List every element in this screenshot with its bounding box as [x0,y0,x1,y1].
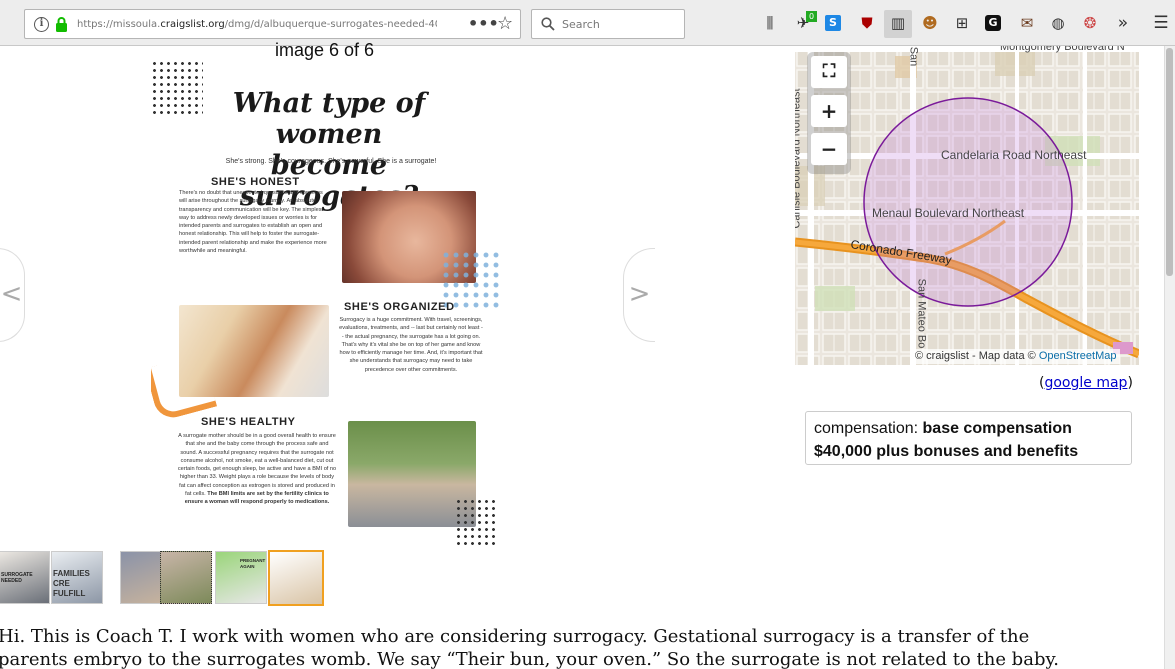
poster-text-healthy-body: A surrogate mother should be in a good o… [177,433,337,498]
map-panel[interactable]: Montgomery Boulevard N Candelaria Road N… [795,46,1139,365]
library-icon[interactable]: ⫼ [760,13,780,33]
thumbnail-1[interactable]: SURROGATE NEEDED [0,551,50,604]
compensation-value-1: base compensation [922,420,1072,437]
info-icon[interactable]: i [34,17,49,32]
url-path: /dmg/d/albuquerque-surrogates-needed-400… [224,19,437,30]
sidebar-icon[interactable]: ▥ [888,13,908,33]
search-input[interactable] [562,16,677,32]
thumbnail-5[interactable]: PREGNANT AGAIN [215,551,267,604]
poster-text-organized: Surrogacy is a huge commitment. With tra… [339,317,483,373]
compensation-label: compensation: [814,420,923,437]
thumbnail-6-selected[interactable] [268,550,324,606]
previous-image-button[interactable]: < [0,248,25,342]
map-fullscreen-button[interactable]: ⛶ [811,56,847,88]
dot-pattern-decoration [151,60,203,118]
map-zoom-in-button[interactable]: + [811,95,847,127]
hamburger-menu-icon[interactable]: ☰ [1151,13,1171,33]
thumbnail-4[interactable] [160,551,212,604]
posting-body-line2: parents embryo to the surrogates womb. W… [0,649,1059,669]
ublock-shield-icon[interactable]: ⛊ [857,13,877,33]
poster-heading-honest: SHE'S HONEST [211,176,300,188]
dot-pattern-decoration-bottom [455,498,499,548]
map-label-carlisle: Carlisle Boulevard Northeast [795,88,803,229]
poster-heading-healthy: SHE'S HEALTHY [201,416,296,428]
poster-text-healthy-bold: The BMI limits are set by the fertility … [184,491,330,506]
lock-icon [56,17,67,32]
extension-faces-icon[interactable]: ❂ [1080,13,1100,33]
map-label-montgomery: Montgomery Boulevard N [1000,46,1125,53]
openstreetmap-link[interactable]: OpenStreetMap [1039,350,1117,362]
compensation-value-2: $40,000 plus bonuses and benefits [814,443,1079,460]
poster-subtitle: She's strong. She's courageous. She's po… [225,158,437,165]
map-attribution-text: © craigslist - Map data © [915,350,1039,362]
url-domain: craigslist.org [160,19,225,30]
posting-body-line1: Hi. This is Coach T. I work with women w… [0,626,1030,647]
map-label-candelaria: Candelaria Road Northeast [941,148,1087,162]
search-bar[interactable] [531,9,685,39]
thumbnail-1-text: SURROGATE NEEDED [1,572,33,584]
bookmark-star-icon[interactable]: ☆ [497,12,513,36]
browser-toolbar: i https://missoula.craigslist.org/dmg/d/… [0,0,1175,46]
thumbnail-2[interactable]: FAMILIES CRE FULFILL [51,551,103,604]
page-actions-menu-icon[interactable]: ••• [468,12,499,36]
google-map-close-paren: ) [1127,375,1133,391]
extension-grid-icon[interactable]: ⊞ [952,13,972,33]
extension-badge: 0 [806,11,817,22]
thumbnail-2-text: FAMILIES CRE FULFILL [53,569,90,598]
extension-globe-icon[interactable]: ◍ [1048,13,1068,33]
poster-text-honest: There's no doubt that unexpected questio… [179,190,327,255]
url-text[interactable]: https://missoula.craigslist.org/dmg/d/al… [77,18,437,32]
extension-envelope-icon[interactable]: ✉ [1017,13,1037,33]
extension-g-icon[interactable]: G [985,15,1001,31]
url-prefix: https://missoula. [77,19,161,30]
compensation-attribute-box: compensation: base compensation $40,000 … [805,411,1132,465]
image-counter: image 6 of 6 [275,40,375,60]
page-scrollbar-thumb[interactable] [1166,48,1173,276]
map-attribution: © craigslist - Map data © OpenStreetMap [911,349,1121,364]
google-map-link-wrapper: (google map) [1039,374,1133,392]
poster-heading-organized: SHE'S ORGANIZED [344,301,455,313]
map-label-menaul: Menaul Boulevard Northeast [872,206,1025,220]
posting-body: Hi. This is Coach T. I work with women w… [0,625,1158,669]
overflow-chevrons-icon[interactable]: » [1113,13,1133,33]
google-map-link[interactable]: google map [1044,375,1127,391]
url-bar[interactable]: i https://missoula.craigslist.org/dmg/d/… [24,9,521,39]
extension-monkey-icon[interactable]: ☻ [920,13,940,33]
map-label-san-top: San [907,46,920,67]
poster-text-healthy: A surrogate mother should be in a good o… [177,432,337,507]
map-label-san-mateo: San Mateo Bo [915,278,928,349]
poster-title-line1: What type of women [232,88,426,150]
map-zoom-out-button[interactable]: − [811,133,847,165]
search-icon [541,17,555,31]
gallery-image[interactable]: What type of women become surrogates? Sh… [151,60,501,550]
extension-s-icon[interactable]: S [825,15,841,31]
next-image-button[interactable]: > [623,248,655,342]
thumbnail-5-text: PREGNANT AGAIN [240,558,266,569]
